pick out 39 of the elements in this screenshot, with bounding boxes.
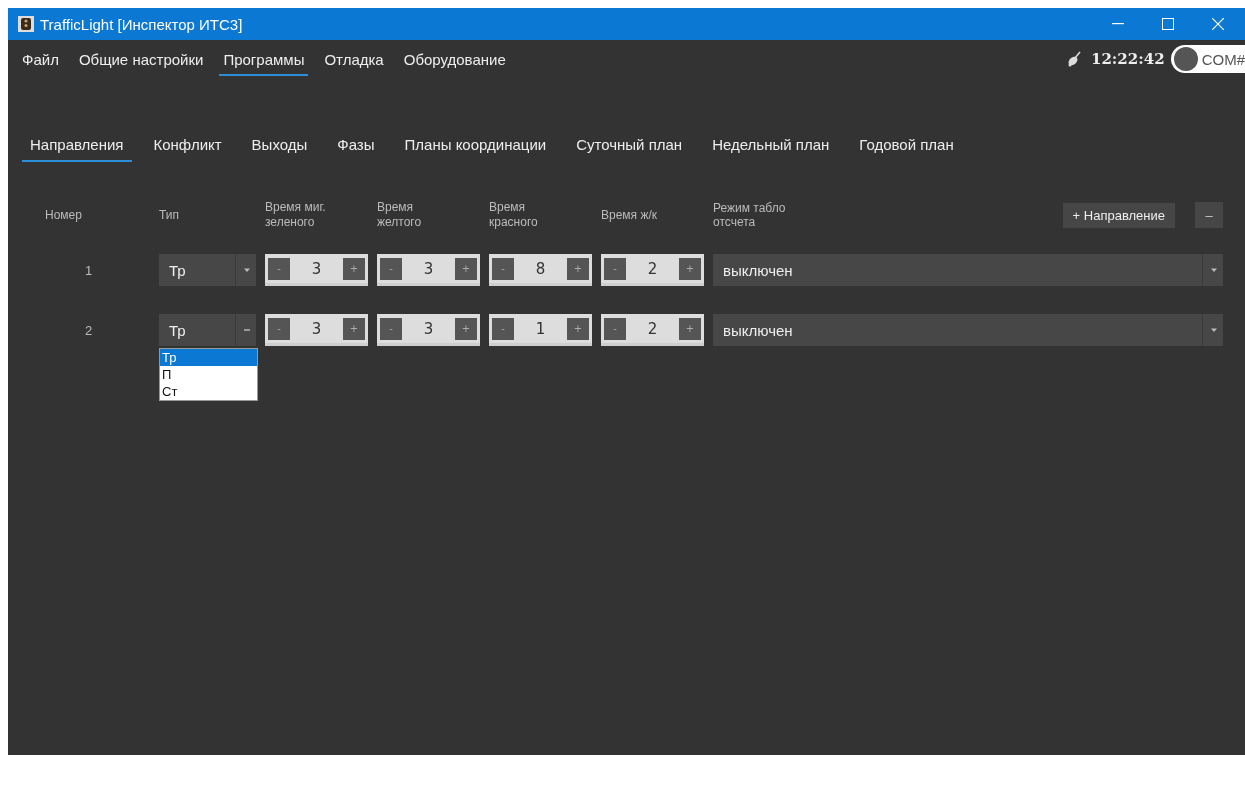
add-direction-button[interactable]: + Направление — [1062, 202, 1175, 228]
menu-item[interactable]: Общие настройки — [74, 42, 208, 76]
column-header: Время ж/к — [601, 207, 659, 223]
menu-item[interactable]: Файл — [18, 42, 63, 76]
caret-icon — [1211, 327, 1217, 333]
type-dropdown[interactable]: Тр — [159, 254, 256, 286]
tab[interactable]: Планы координации — [396, 132, 555, 162]
tab[interactable]: Суточный план — [568, 132, 691, 162]
dropdown-option[interactable]: П — [160, 366, 257, 383]
column-header: Номер — [44, 207, 83, 223]
port-indicator: COM# — [1170, 45, 1245, 73]
row-number: 2 — [84, 322, 94, 338]
tab[interactable]: Выходы — [243, 132, 316, 162]
dropdown-option[interactable]: Ст — [160, 383, 257, 400]
maximize-icon — [1162, 18, 1174, 30]
column-header: Время красного — [489, 200, 539, 230]
remove-button[interactable]: – — [1195, 202, 1223, 228]
menu-item[interactable]: Оборудование — [399, 42, 510, 76]
minimize-icon — [1112, 23, 1124, 25]
display-mode-dropdown[interactable]: выключен — [713, 314, 1223, 346]
menu-item[interactable]: Программы — [219, 42, 309, 76]
menu-item[interactable]: Отладка — [320, 42, 388, 76]
display-mode-dropdown[interactable]: выключен — [713, 254, 1223, 286]
tab[interactable]: Недельный план — [704, 132, 838, 162]
dropdown-option[interactable]: Тр — [160, 349, 257, 366]
column-header: Режим табло отсчета — [713, 201, 787, 229]
window-title: TrafficLight [Инспектор ИТС3] — [40, 15, 244, 33]
column-header: Время миг. зеленого — [265, 200, 327, 230]
tab[interactable]: Фазы — [329, 132, 383, 162]
column-header: Тип — [159, 207, 180, 223]
close-icon — [1212, 18, 1224, 30]
tab[interactable]: Конфликт — [145, 132, 230, 162]
app-icon — [18, 16, 34, 32]
clock-time: 12:22:42 — [1090, 50, 1165, 68]
tab[interactable]: Годовой план — [851, 132, 962, 162]
row-number: 1 — [84, 262, 94, 278]
caret-icon — [1211, 267, 1217, 273]
tab[interactable]: Направления — [22, 132, 132, 162]
column-header: Время желтого — [377, 200, 423, 230]
